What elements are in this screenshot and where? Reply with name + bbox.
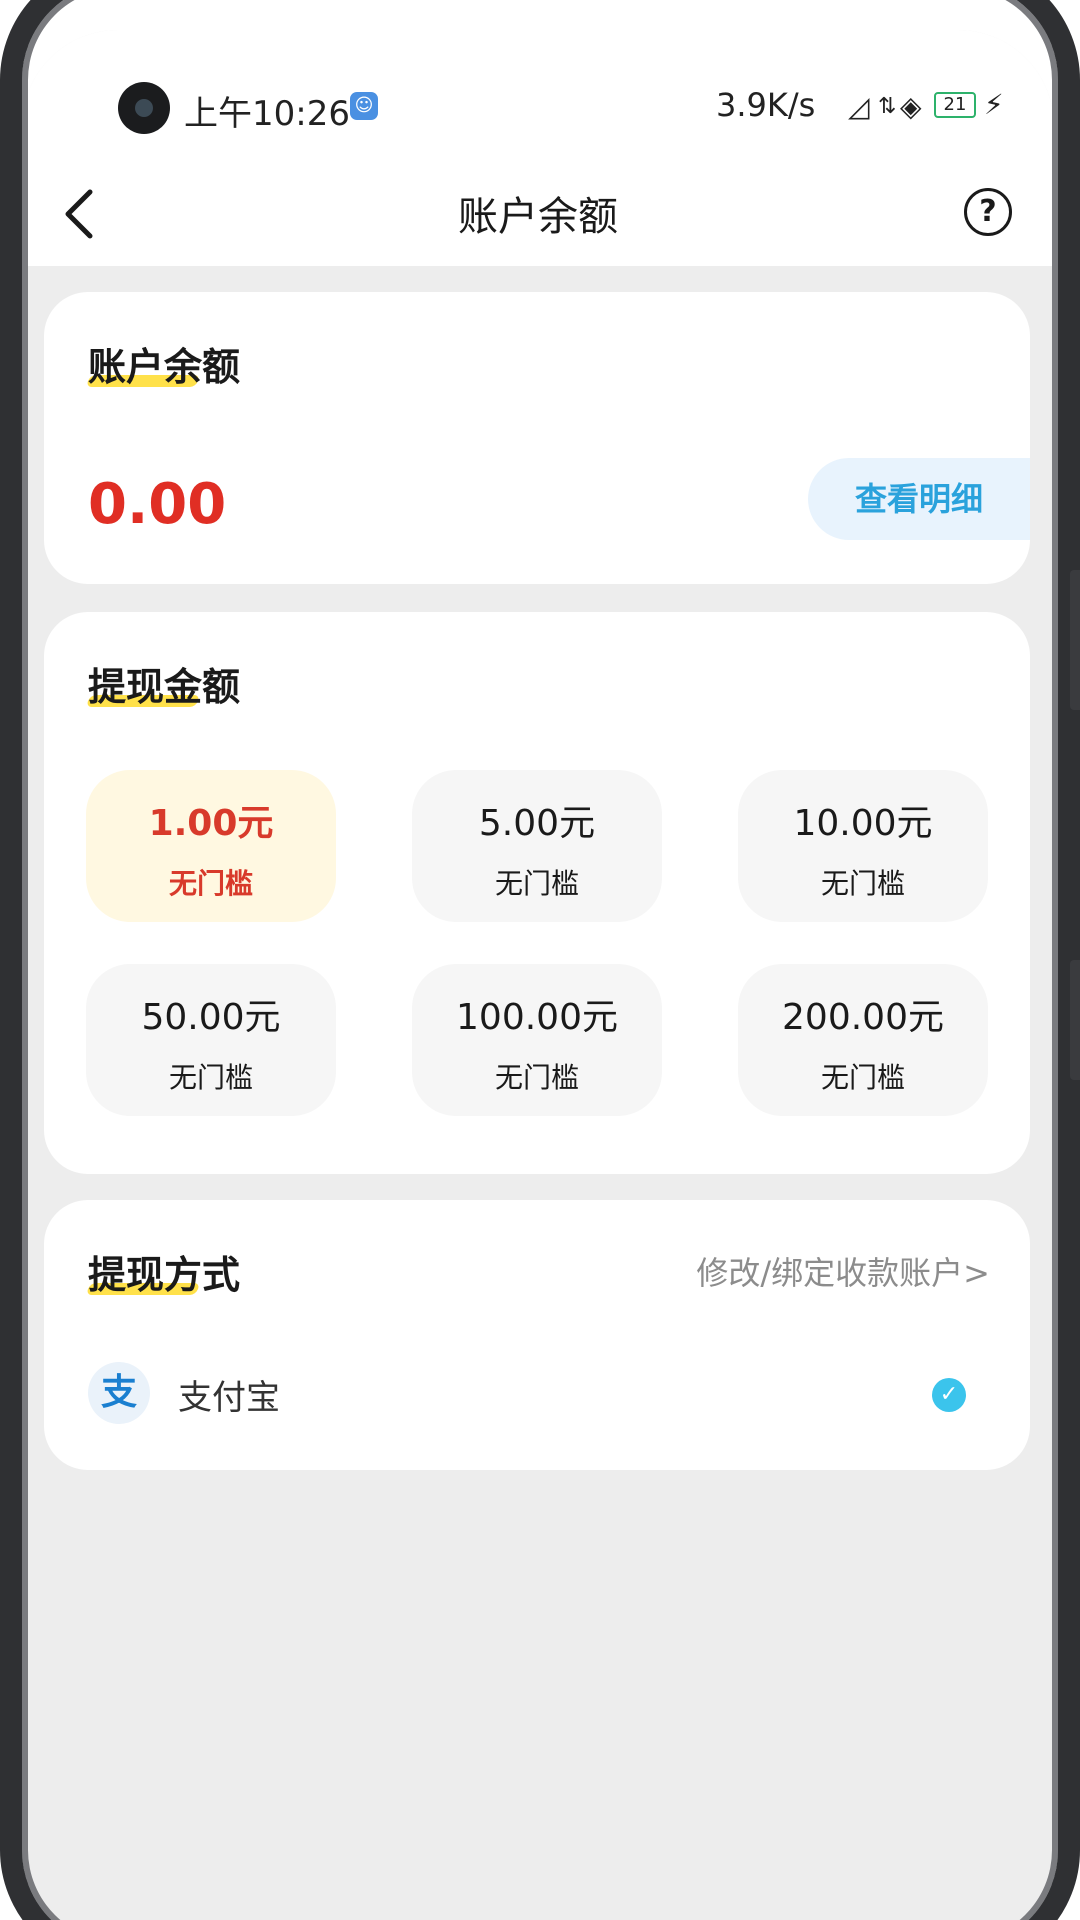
amount-note: 无门槛 <box>820 1061 905 1094</box>
power-button <box>1070 960 1080 1080</box>
alipay-icon: 支 <box>88 1362 150 1424</box>
battery-icon: 21 <box>934 92 976 118</box>
wifi-icon: ◈ <box>900 90 922 123</box>
app-notification-icon: ☺ <box>350 92 378 120</box>
back-button[interactable] <box>54 184 110 244</box>
help-button[interactable]: ? <box>964 188 1012 236</box>
page-title: 账户余额 <box>458 194 618 240</box>
data-icon: ⇅ <box>878 94 897 119</box>
amount-value: 200.00元 <box>782 997 944 1038</box>
phone-frame: 上午10:26 ☺ 3.9K/s ◿ ⇅ ◈ 21 ⚡ 账户余额 ? 账户余额 … <box>0 0 1080 1920</box>
status-time: 上午10:26 <box>184 94 350 134</box>
balance-value: 0.00 <box>88 472 227 537</box>
amount-option-100[interactable]: 100.00元 无门槛 <box>412 964 662 1116</box>
balance-card: 账户余额 0.00 查看明细 <box>44 292 1030 584</box>
amount-value: 50.00元 <box>141 997 281 1038</box>
amount-note: 无门槛 <box>494 1061 579 1094</box>
withdraw-amount-heading: 提现金额 <box>85 656 240 711</box>
amount-value: 10.00元 <box>793 803 933 844</box>
front-camera <box>118 82 170 134</box>
chevron-left-icon <box>65 189 93 239</box>
amount-value: 100.00元 <box>456 997 618 1038</box>
question-circle-icon: ? <box>979 194 997 229</box>
withdraw-amount-card: 提现金额 1.00元 无门槛 5.00元 无门槛 10.00元 无门槛 50.0… <box>44 612 1030 1174</box>
volume-button <box>1070 570 1080 710</box>
screen: 上午10:26 ☺ 3.9K/s ◿ ⇅ ◈ 21 ⚡ 账户余额 ? 账户余额 … <box>22 30 1054 1920</box>
amount-value: 5.00元 <box>478 803 596 844</box>
amount-value: 1.00元 <box>148 803 274 844</box>
amount-note: 无门槛 <box>168 867 253 900</box>
nav-bar: 账户余额 ? <box>22 160 1054 266</box>
amount-note: 无门槛 <box>494 867 579 900</box>
balance-heading: 账户余额 <box>85 336 240 391</box>
amount-note: 无门槛 <box>168 1061 253 1094</box>
view-details-button[interactable]: 查看明细 <box>808 458 1030 540</box>
network-speed: 3.9K/s <box>716 86 816 124</box>
amount-option-1[interactable]: 1.00元 无门槛 <box>86 770 336 922</box>
amount-option-5[interactable]: 5.00元 无门槛 <box>412 770 662 922</box>
amount-option-200[interactable]: 200.00元 无门槛 <box>738 964 988 1116</box>
amount-option-10[interactable]: 10.00元 无门槛 <box>738 770 988 922</box>
amount-option-50[interactable]: 50.00元 无门槛 <box>86 964 336 1116</box>
signal-icon: ◿ <box>848 90 870 123</box>
withdraw-method-card: 提现方式 修改/绑定收款账户> 支 支付宝 ✓ <box>44 1200 1030 1470</box>
withdraw-method-heading: 提现方式 <box>85 1244 240 1299</box>
amount-note: 无门槛 <box>820 867 905 900</box>
charging-icon: ⚡ <box>984 88 1004 121</box>
alipay-option-label[interactable]: 支付宝 <box>178 1370 280 1419</box>
check-circle-icon[interactable]: ✓ <box>932 1378 966 1412</box>
edit-bind-account-link[interactable]: 修改/绑定收款账户> <box>696 1248 990 1294</box>
status-bar: 上午10:26 ☺ 3.9K/s ◿ ⇅ ◈ 21 ⚡ <box>22 30 1054 160</box>
